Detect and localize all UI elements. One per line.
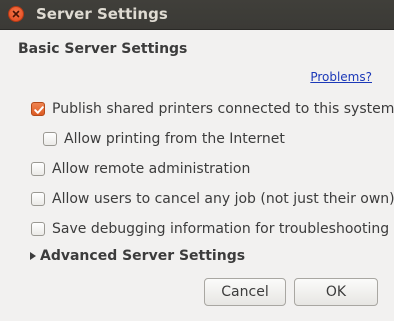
server-settings-dialog: Server Settings Basic Server Settings Pr…	[0, 0, 394, 321]
window-title: Server Settings	[36, 5, 168, 23]
allow-remote-admin-checkbox[interactable]	[31, 162, 45, 176]
publish-shared-printers-checkbox[interactable]	[31, 102, 45, 116]
save-debug-info-label: Save debugging information for troublesh…	[52, 221, 390, 237]
close-button[interactable]	[8, 6, 24, 22]
check-icon	[34, 106, 44, 114]
allow-remote-admin-label: Allow remote administration	[52, 161, 251, 177]
title-bar: Server Settings	[0, 0, 394, 30]
save-debug-info-option[interactable]: Save debugging information for troublesh…	[31, 219, 389, 239]
cancel-button[interactable]: Cancel	[204, 278, 286, 306]
allow-internet-printing-checkbox[interactable]	[43, 132, 57, 146]
allow-internet-printing-option[interactable]: Allow printing from the Internet	[43, 129, 285, 149]
close-icon	[12, 10, 20, 18]
allow-cancel-any-job-checkbox[interactable]	[31, 192, 45, 206]
problems-link[interactable]: Problems?	[310, 69, 372, 85]
allow-internet-printing-label: Allow printing from the Internet	[64, 131, 285, 147]
ok-button[interactable]: OK	[294, 278, 378, 306]
save-debug-info-checkbox[interactable]	[31, 222, 45, 236]
publish-shared-printers-label: Publish shared printers connected to thi…	[52, 101, 394, 117]
publish-shared-printers-option[interactable]: Publish shared printers connected to thi…	[31, 99, 394, 119]
allow-cancel-any-job-option[interactable]: Allow users to cancel any job (not just …	[31, 189, 394, 209]
allow-cancel-any-job-label: Allow users to cancel any job (not just …	[52, 191, 394, 207]
advanced-settings-expander[interactable]: Advanced Server Settings	[30, 247, 245, 265]
advanced-settings-label: Advanced Server Settings	[40, 248, 246, 264]
basic-settings-heading: Basic Server Settings	[18, 41, 188, 57]
triangle-right-icon	[30, 252, 36, 260]
allow-remote-admin-option[interactable]: Allow remote administration	[31, 159, 250, 179]
